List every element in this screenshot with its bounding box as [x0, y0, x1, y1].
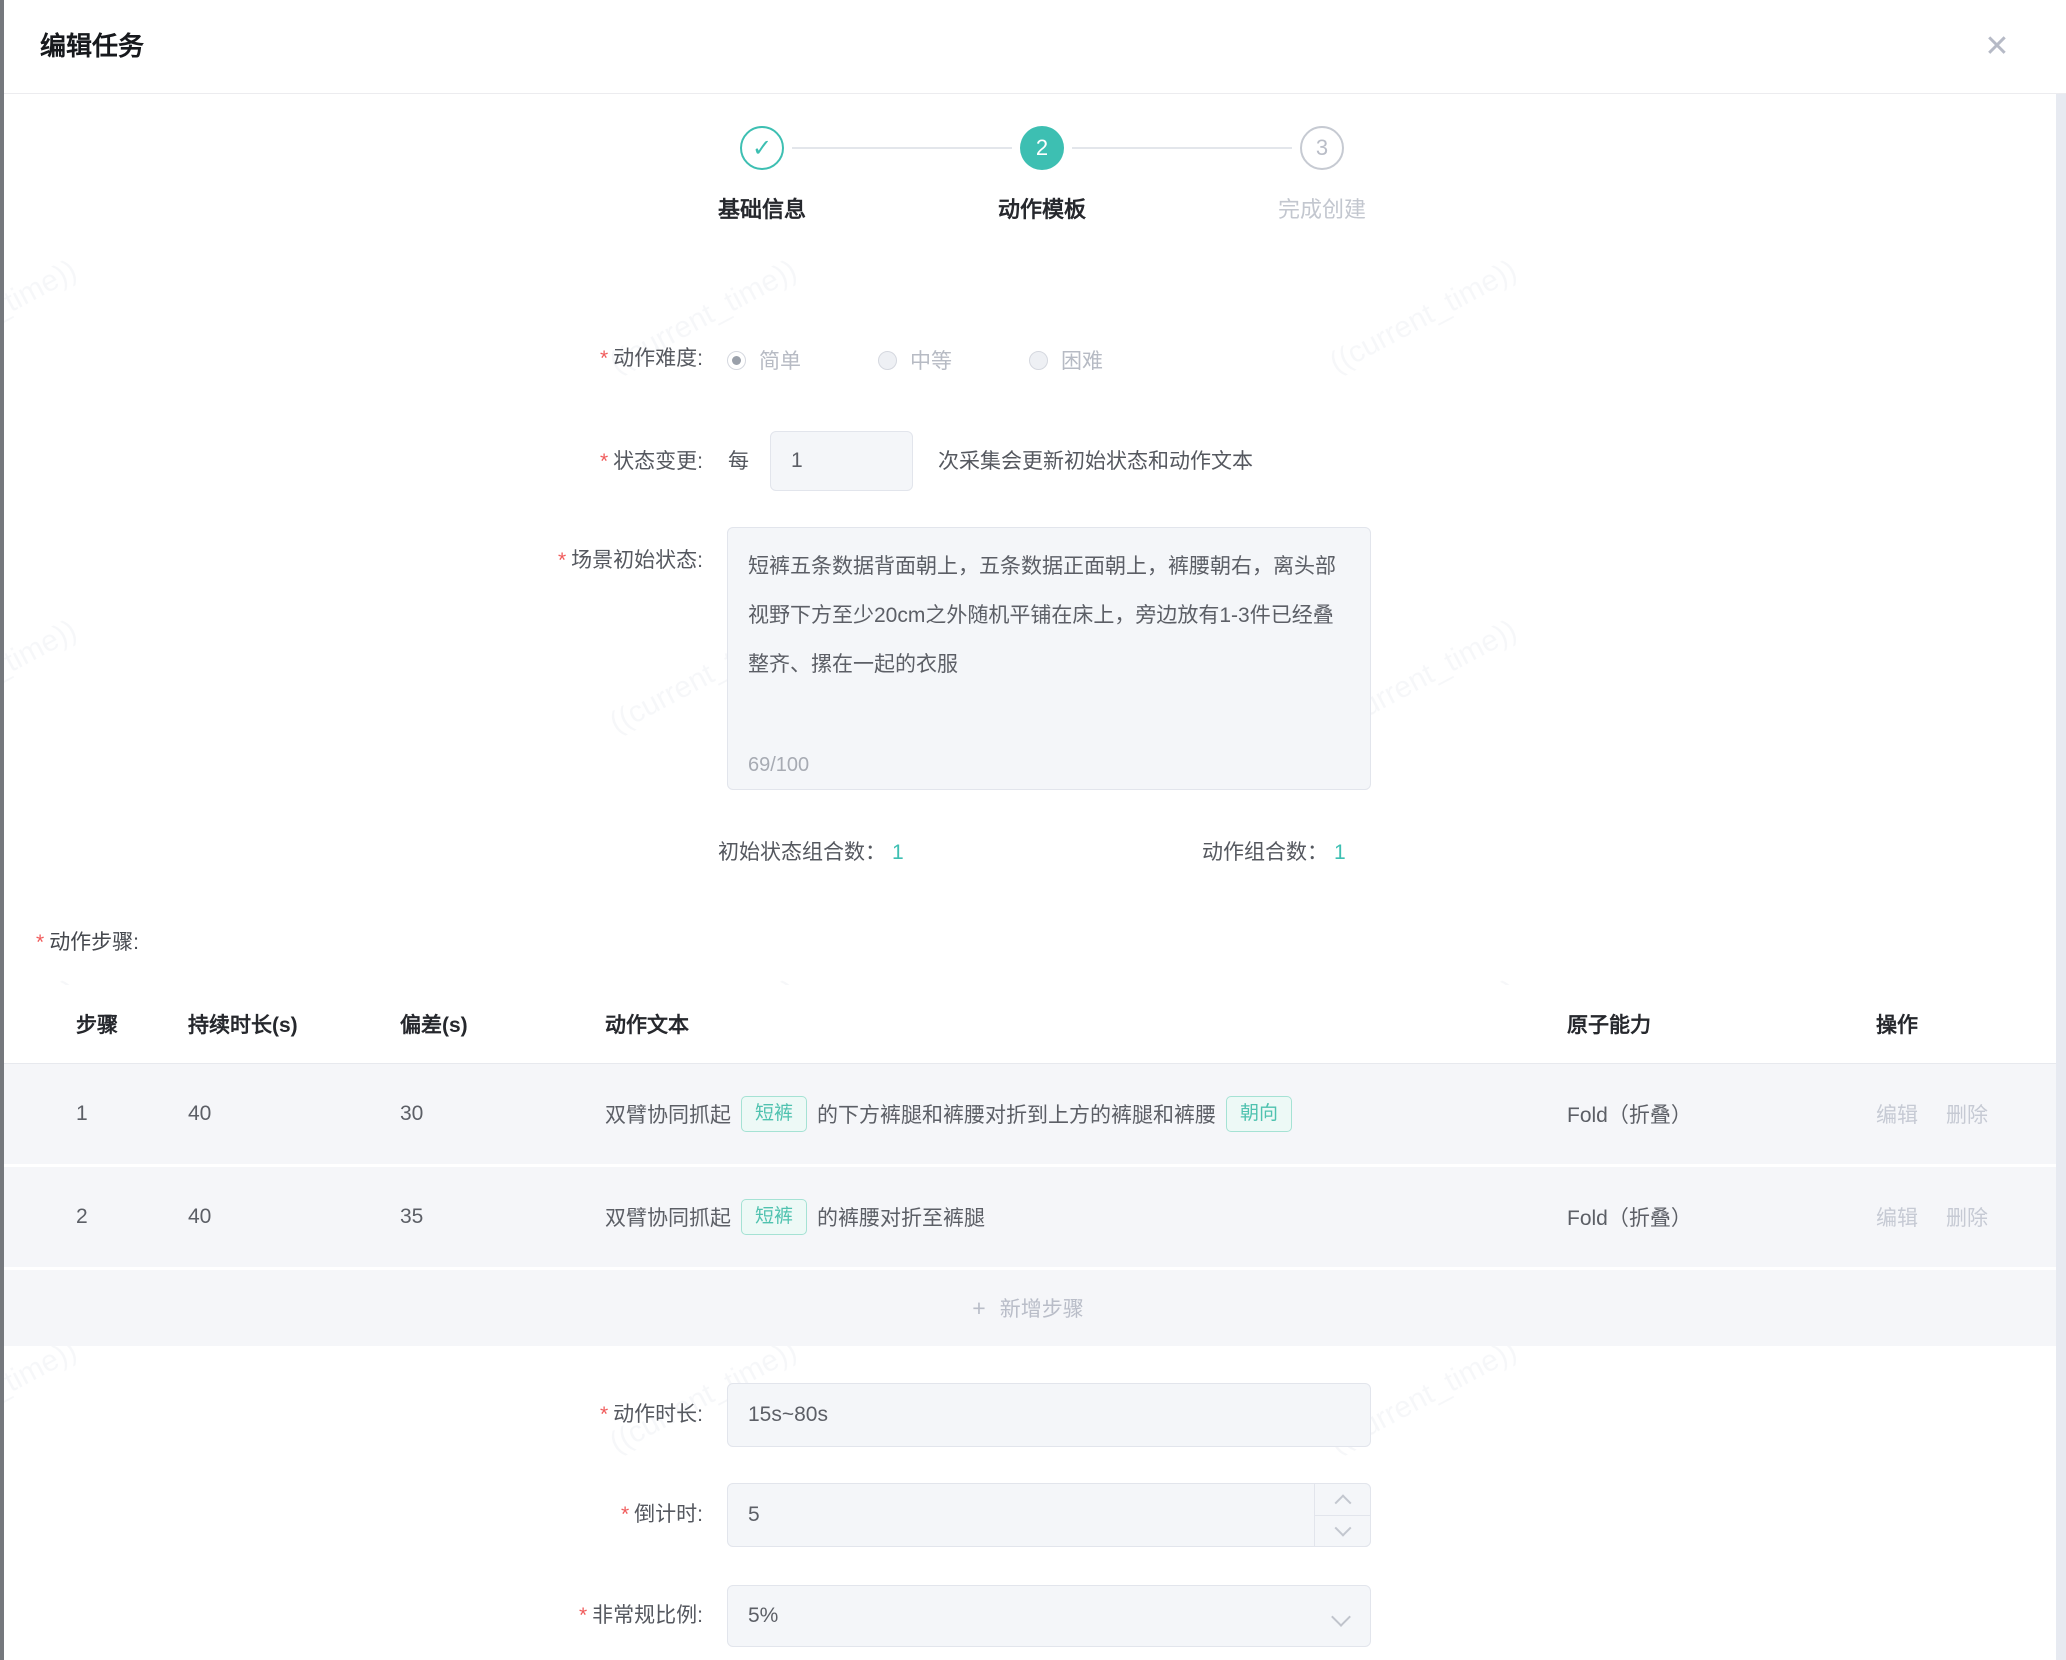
state-change-suffix: 次采集会更新初始状态和动作文本: [938, 447, 1253, 477]
state-change-label: *状态变更:: [0, 447, 703, 477]
decrease-button[interactable]: [1315, 1515, 1370, 1546]
required-asterisk: *: [600, 450, 608, 473]
char-counter: 69/100: [748, 754, 809, 777]
close-icon[interactable]: ✕: [1975, 24, 2019, 68]
stepper-connector: [1072, 147, 1292, 149]
object-tag: 短裤: [741, 1096, 807, 1132]
add-step-button[interactable]: + 新增步骤: [0, 1270, 2056, 1346]
row-duration: 40: [188, 1064, 211, 1164]
radio-circle-icon: [878, 351, 897, 370]
col-action-text: 动作文本: [605, 1009, 689, 1039]
chevron-down-icon: [1331, 1607, 1351, 1627]
scene-initial-state-label: *场景初始状态:: [0, 546, 703, 576]
row-action-text: 双臂协同抓起 短裤 的裤腰对折至裤腿: [605, 1167, 985, 1267]
required-asterisk: *: [36, 931, 44, 954]
countdown-input[interactable]: [727, 1483, 1371, 1547]
col-ability: 原子能力: [1567, 1009, 1651, 1039]
row-ability: Fold（折叠）: [1567, 1064, 1692, 1164]
initial-state-combo-count: 初始状态组合数：1: [718, 838, 904, 868]
radio-easy[interactable]: 简单: [727, 345, 801, 375]
row-actions: 编辑 删除: [1876, 1064, 2016, 1164]
table-header-row: 步骤 持续时长(s) 偏差(s) 动作文本 原子能力 操作: [0, 985, 2056, 1064]
action-steps-table: 步骤 持续时长(s) 偏差(s) 动作文本 原子能力 操作 1 40 30 双臂…: [0, 985, 2056, 1346]
countdown-spinner: [1314, 1483, 1371, 1547]
row-ability: Fold（折叠）: [1567, 1167, 1692, 1267]
step-2-label: 动作模板: [962, 192, 1122, 224]
state-change-input[interactable]: [770, 431, 913, 491]
row-deviation: 35: [400, 1167, 423, 1267]
step-3-label: 完成创建: [1242, 192, 1402, 224]
object-tag: 短裤: [741, 1199, 807, 1235]
required-asterisk: *: [621, 1503, 629, 1526]
stepper-connector: [792, 147, 1012, 149]
col-duration: 持续时长(s): [188, 1009, 298, 1039]
add-step-label: 新增步骤: [1000, 1293, 1084, 1323]
radio-easy-label: 简单: [759, 345, 801, 375]
difficulty-label: *动作难度:: [0, 344, 703, 374]
row-step: 2: [76, 1167, 88, 1267]
action-steps-label: *动作步骤:: [36, 928, 139, 958]
unusual-ratio-value: 5%: [748, 1604, 778, 1628]
action-combo-value: 1: [1334, 841, 1346, 864]
initial-combo-value: 1: [892, 841, 904, 864]
step-1-label: 基础信息: [682, 192, 842, 224]
plus-icon: +: [972, 1295, 985, 1322]
radio-circle-icon: [1029, 351, 1048, 370]
radio-circle-icon: [727, 351, 746, 370]
col-deviation: 偏差(s): [400, 1009, 468, 1039]
step-2-circle[interactable]: 2: [1020, 126, 1064, 170]
row-step: 1: [76, 1064, 88, 1164]
countdown-label: *倒计时:: [0, 1500, 703, 1530]
increase-button[interactable]: [1315, 1484, 1370, 1516]
step-1-check-icon[interactable]: ✓: [740, 126, 784, 170]
action-duration-label: *动作时长:: [0, 1400, 703, 1430]
page-right-edge: [2056, 94, 2066, 1660]
row-actions: 编辑 删除: [1876, 1167, 2016, 1267]
chevron-down-icon: [1334, 1519, 1351, 1536]
col-step: 步骤: [76, 1009, 118, 1039]
page-left-edge: [0, 0, 4, 1660]
action-duration-input[interactable]: [727, 1383, 1371, 1447]
radio-medium[interactable]: 中等: [878, 345, 952, 375]
action-combo-count: 动作组合数：1: [1202, 838, 1346, 868]
dialog-header: 编辑任务 ✕: [0, 0, 2066, 94]
row-deviation: 30: [400, 1064, 423, 1164]
row-action-text: 双臂协同抓起 短裤 的下方裤腿和裤腰对折到上方的裤腿和裤腰 朝向: [605, 1064, 1302, 1164]
required-asterisk: *: [600, 1403, 608, 1426]
radio-medium-label: 中等: [910, 345, 952, 375]
edit-task-dialog: ((current_time))((current_time))((curren…: [0, 0, 2066, 1660]
col-operation: 操作: [1876, 1009, 1918, 1039]
scene-initial-state-textarea[interactable]: 短裤五条数据背面朝上，五条数据正面朝上，裤腰朝右，离头部视野下方至少20cm之外…: [727, 527, 1371, 790]
chevron-up-icon: [1334, 1494, 1351, 1511]
required-asterisk: *: [558, 549, 566, 572]
state-change-prefix: 每: [728, 447, 749, 477]
table-row: 2 40 35 双臂协同抓起 短裤 的裤腰对折至裤腿 Fold（折叠） 编辑 删…: [0, 1167, 2056, 1267]
delete-link[interactable]: 删除: [1946, 1202, 1988, 1232]
required-asterisk: *: [579, 1604, 587, 1627]
delete-link[interactable]: 删除: [1946, 1099, 1988, 1129]
orientation-tag: 朝向: [1226, 1096, 1292, 1132]
row-duration: 40: [188, 1167, 211, 1267]
dialog-title: 编辑任务: [40, 26, 144, 63]
unusual-ratio-select[interactable]: 5%: [727, 1585, 1371, 1647]
table-row: 1 40 30 双臂协同抓起 短裤 的下方裤腿和裤腰对折到上方的裤腿和裤腰 朝向…: [0, 1064, 2056, 1164]
edit-link[interactable]: 编辑: [1876, 1202, 1918, 1232]
scene-initial-state-value: 短裤五条数据背面朝上，五条数据正面朝上，裤腰朝右，离头部视野下方至少20cm之外…: [728, 528, 1370, 689]
radio-hard-label: 困难: [1061, 345, 1103, 375]
step-3-circle[interactable]: 3: [1300, 126, 1344, 170]
edit-link[interactable]: 编辑: [1876, 1099, 1918, 1129]
required-asterisk: *: [600, 347, 608, 370]
unusual-ratio-label: *非常规比例:: [0, 1601, 703, 1631]
radio-hard[interactable]: 困难: [1029, 345, 1103, 375]
